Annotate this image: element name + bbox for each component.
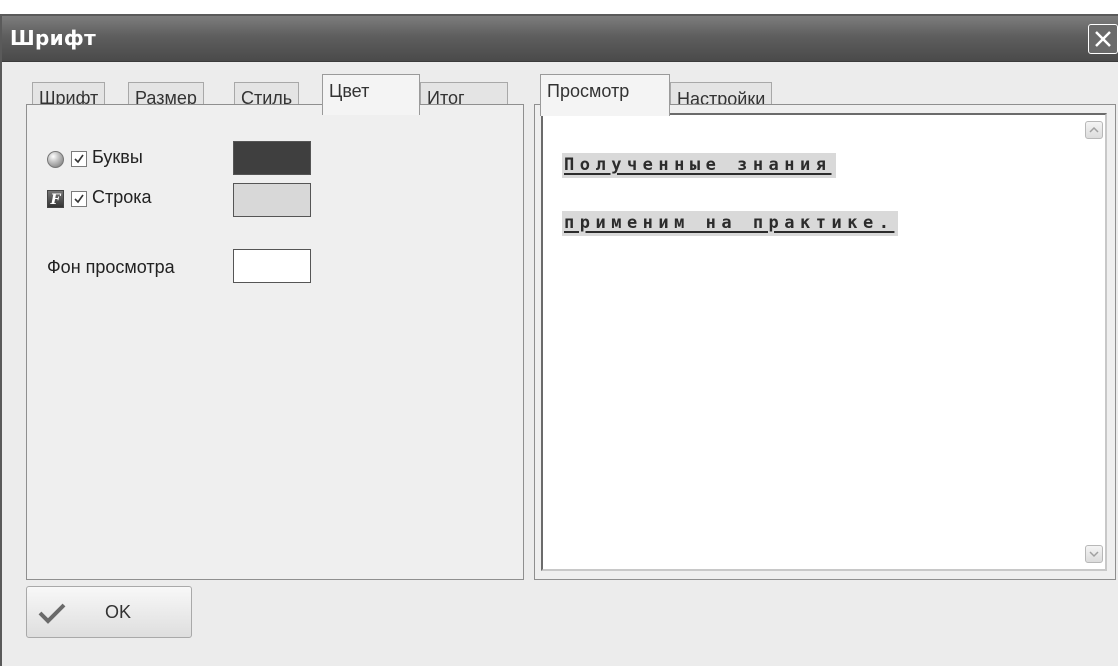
- tab-color[interactable]: Цвет: [322, 74, 420, 115]
- scroll-up-button[interactable]: [1085, 121, 1103, 139]
- chevron-down-icon: [1089, 551, 1099, 558]
- preview-bg-label: Фон просмотра: [47, 257, 175, 277]
- window-title: Шрифт: [10, 26, 96, 50]
- close-button[interactable]: [1088, 24, 1118, 54]
- letters-label: Буквы: [92, 147, 143, 167]
- font-f-icon: F: [47, 190, 64, 208]
- letters-checkbox[interactable]: [71, 151, 87, 167]
- preview-area[interactable]: Полученные знания применим на практике.: [541, 113, 1107, 571]
- tab-preview-label: Просмотр: [547, 81, 630, 101]
- check-icon: [38, 603, 66, 624]
- preview-panel: Полученные знания применим на практике.: [534, 104, 1116, 580]
- checkmark-icon: [74, 154, 84, 164]
- color-settings-panel: Буквы F Строка Фон просмотра: [26, 104, 524, 580]
- tab-color-label: Цвет: [329, 81, 370, 101]
- ok-label: OK: [105, 602, 132, 622]
- scroll-down-button[interactable]: [1085, 545, 1103, 563]
- sphere-icon: [47, 151, 64, 168]
- title-bar[interactable]: Шрифт: [2, 16, 1118, 62]
- chevron-up-icon: [1089, 126, 1099, 133]
- close-icon: [1095, 31, 1111, 47]
- preview-text-line-1: Полученные знания: [562, 153, 836, 178]
- line-checkbox[interactable]: [71, 191, 87, 207]
- preview-text-line-2: применим на практике.: [562, 211, 899, 236]
- line-label: Строка: [92, 187, 152, 207]
- line-color-swatch[interactable]: [233, 183, 311, 217]
- checkmark-icon: [74, 194, 84, 204]
- letters-color-swatch[interactable]: [233, 141, 311, 175]
- preview-bg-color-swatch[interactable]: [233, 249, 311, 283]
- tab-preview[interactable]: Просмотр: [540, 74, 670, 116]
- ok-button[interactable]: OK: [26, 586, 192, 638]
